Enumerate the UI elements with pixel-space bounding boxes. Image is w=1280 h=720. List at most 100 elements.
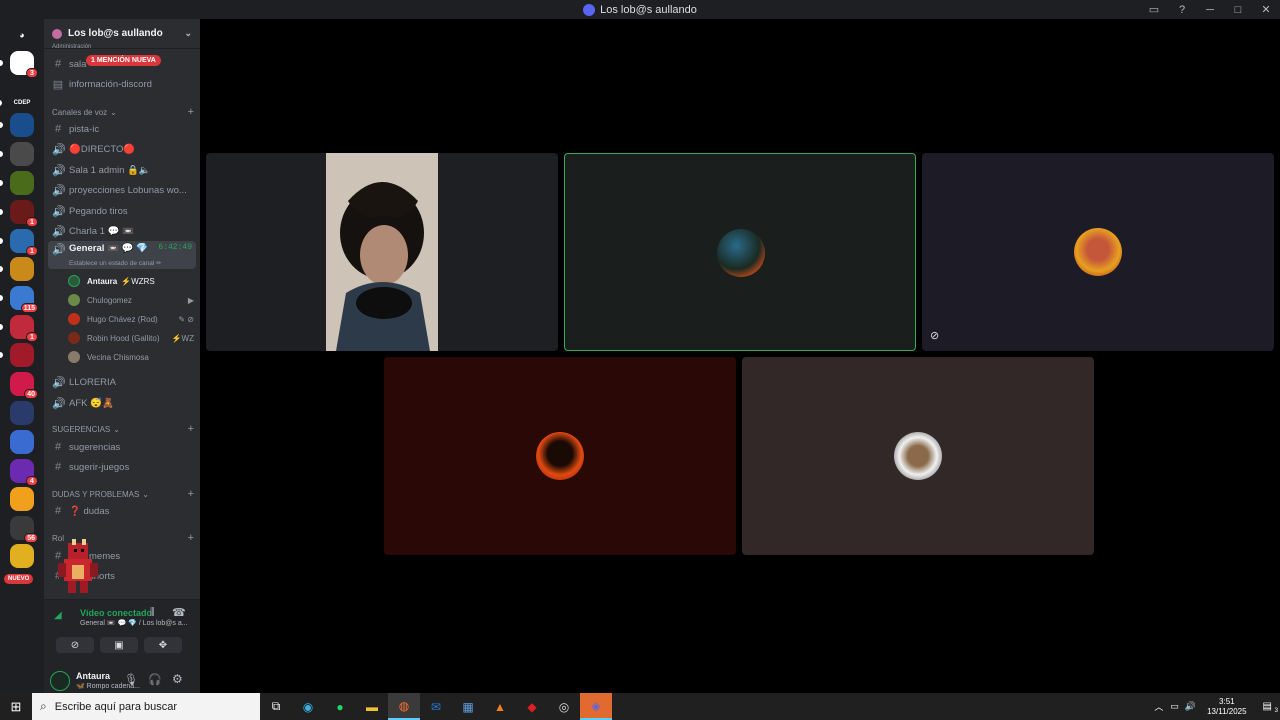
unread-badge: 1: [26, 217, 38, 227]
speaker-icon: 🔊: [52, 244, 66, 256]
avatar: [68, 313, 80, 325]
taskbar-search[interactable]: ⌕ Escribe aquí para buscar: [32, 693, 260, 720]
spotify-icon[interactable]: ●: [324, 693, 356, 720]
channel-informacion-discord[interactable]: ▤ información-discord: [52, 75, 194, 93]
avatar-tile-robin[interactable]: [384, 357, 736, 555]
outlook-icon[interactable]: ✉: [420, 693, 452, 720]
server-icon-6[interactable]: 1: [0, 200, 38, 227]
obs-icon[interactable]: ◎: [548, 693, 580, 720]
channel-dudas[interactable]: # ❓ dudas: [52, 502, 194, 520]
cdep-server-icon-2[interactable]: CDEP: [0, 91, 35, 115]
channel-label: Charla 1 💬 📼: [69, 225, 134, 237]
server-icon-10[interactable]: 1: [0, 315, 38, 342]
channel-pegando-tiros[interactable]: 🔊 Pegando tiros: [52, 202, 194, 220]
username[interactable]: Antaura: [76, 671, 110, 681]
disconnect-icon[interactable]: ☎: [172, 606, 186, 619]
channel-sala-admin[interactable]: 🔊 Sala 1 admin 🔒🔈: [52, 161, 194, 179]
voice-timer: 6:42:49: [158, 243, 192, 252]
channel-proyecciones[interactable]: 🔊 proyecciones Lobunas wo...: [52, 181, 194, 199]
add-channel-icon[interactable]: +: [188, 106, 194, 118]
clock[interactable]: 3:51 13/11/2025: [1199, 697, 1254, 717]
server-icon-9[interactable]: 115: [0, 286, 38, 313]
app-a-icon[interactable]: ▲: [484, 693, 516, 720]
signal-icon[interactable]: ◢: [54, 610, 62, 621]
speaking-tile[interactable]: [564, 153, 916, 351]
file-explorer-icon[interactable]: ▬: [356, 693, 388, 720]
windows-start-button[interactable]: ⊞: [0, 693, 32, 720]
channel-status-prompt[interactable]: Establece un estado de canal ✏: [69, 259, 162, 267]
minimize-button[interactable]: ─: [1196, 0, 1224, 19]
channel-charla[interactable]: 🔊 Charla 1 💬 📼: [52, 222, 194, 240]
voice-status[interactable]: Vídeo conectado: [80, 608, 152, 618]
add-channel-icon[interactable]: +: [188, 488, 194, 500]
voice-user-extra: ✎ ⊘: [178, 314, 194, 324]
camera-off-button[interactable]: ⊘: [56, 637, 94, 653]
channel-sugerir-juegos[interactable]: # sugerir-juegos: [52, 458, 194, 476]
channel-lloreria[interactable]: 🔊 LLORERIA: [52, 373, 194, 391]
voice-user[interactable]: Hugo Chávez (Rod) ✎ ⊘: [68, 310, 194, 328]
add-channel-icon[interactable]: +: [188, 423, 194, 435]
channel-directo[interactable]: 🔊 🔴DIRECTO🔴: [52, 140, 194, 158]
speaker-icon: 🔊: [52, 205, 66, 218]
inbox-icon[interactable]: ▭: [1140, 0, 1168, 19]
server-icon-13[interactable]: [10, 401, 34, 425]
discord-taskbar-icon[interactable]: ◈: [580, 693, 612, 720]
microphone-icon[interactable]: 🎙: [124, 673, 138, 686]
avatar[interactable]: [50, 671, 70, 691]
channel-sidebar: Los lob@s aullando ⌄ Administración # sa…: [44, 19, 200, 693]
server-icon-15[interactable]: 4: [10, 459, 38, 486]
gear-icon[interactable]: ⚙: [172, 672, 183, 686]
category-sugerencias[interactable]: SUGERENCIAS ⌄ +: [52, 422, 194, 436]
voice-user[interactable]: Vecina Chismosa: [68, 348, 194, 366]
crown-server-icon-18[interactable]: [10, 544, 34, 568]
server-icon-8[interactable]: [0, 257, 34, 281]
category-dudas[interactable]: DUDAS Y PROBLEMAS ⌄ +: [52, 487, 194, 501]
server-icon-12[interactable]: 40: [10, 372, 38, 399]
avatar-tile-vecina[interactable]: [742, 357, 1094, 555]
add-channel-icon[interactable]: +: [188, 532, 194, 544]
channel-afk[interactable]: 🔊 AFK 😴🧸: [52, 394, 194, 412]
noise-suppression-icon[interactable]: ⫼: [150, 607, 155, 618]
new-mention-pill[interactable]: 1 MENCIÓN NUEVA: [86, 55, 161, 66]
voice-user[interactable]: Chulogomez ▶: [68, 291, 194, 309]
server-icon-14[interactable]: [10, 430, 34, 454]
category-voice[interactable]: Canales de voz ⌄ +: [52, 105, 194, 119]
headset-icon[interactable]: 🎧: [148, 673, 162, 686]
voice-user[interactable]: Antaura ⚡WZRS: [68, 272, 194, 290]
help-icon[interactable]: ?: [1168, 0, 1196, 19]
edge-icon[interactable]: ◉: [292, 693, 324, 720]
share-screen-button[interactable]: ▣: [100, 637, 138, 653]
notification-icon[interactable]: ▤ 3: [1255, 701, 1280, 714]
server-icon-11[interactable]: [0, 343, 34, 367]
unread-badge: 56: [24, 533, 38, 543]
participant-avatar: [717, 229, 765, 277]
server-icon-16[interactable]: [10, 487, 34, 511]
channel-pista-ic[interactable]: # pista-ic: [52, 120, 194, 138]
firefox-icon[interactable]: ◍: [388, 693, 420, 720]
avatar-tile-hugo[interactable]: ⊘: [922, 153, 1274, 351]
task-view-icon[interactable]: ⧉: [260, 693, 292, 720]
avatar: [68, 275, 80, 287]
maximize-button[interactable]: □: [1224, 0, 1252, 19]
voice-user[interactable]: Robin Hood (Gallito) ⚡WZ: [68, 329, 194, 347]
channel-sugerencias[interactable]: # sugerencias: [52, 438, 194, 456]
volume-icon[interactable]: 🔊: [1182, 701, 1199, 712]
camera-tile[interactable]: [206, 153, 558, 351]
discord-home-icon[interactable]: ◕: [10, 23, 34, 47]
voice-user-name: Chulogomez: [87, 295, 132, 305]
close-button[interactable]: ✕: [1252, 0, 1280, 19]
user-avatar-icon-1[interactable]: 3: [0, 51, 38, 78]
app-red-icon[interactable]: ◆: [516, 693, 548, 720]
voice-channel-path[interactable]: General 📼 💬 💎 / Los lob@s a...: [80, 619, 188, 627]
server-icon-5[interactable]: [0, 171, 34, 195]
network-icon[interactable]: ▭: [1167, 701, 1182, 712]
server-icon-3[interactable]: [0, 113, 34, 137]
server-icon-4[interactable]: [0, 142, 34, 166]
server-icon-7[interactable]: 1: [0, 229, 38, 256]
window-title: Los lob@s aullando: [600, 3, 697, 16]
server-icon-17[interactable]: 56: [10, 516, 38, 543]
new-servers-pill[interactable]: NUEVO: [4, 574, 34, 584]
store-icon[interactable]: ▦: [452, 693, 484, 720]
tray-overflow-icon[interactable]: ︿: [1150, 700, 1167, 713]
activities-button[interactable]: ✥: [144, 637, 182, 653]
